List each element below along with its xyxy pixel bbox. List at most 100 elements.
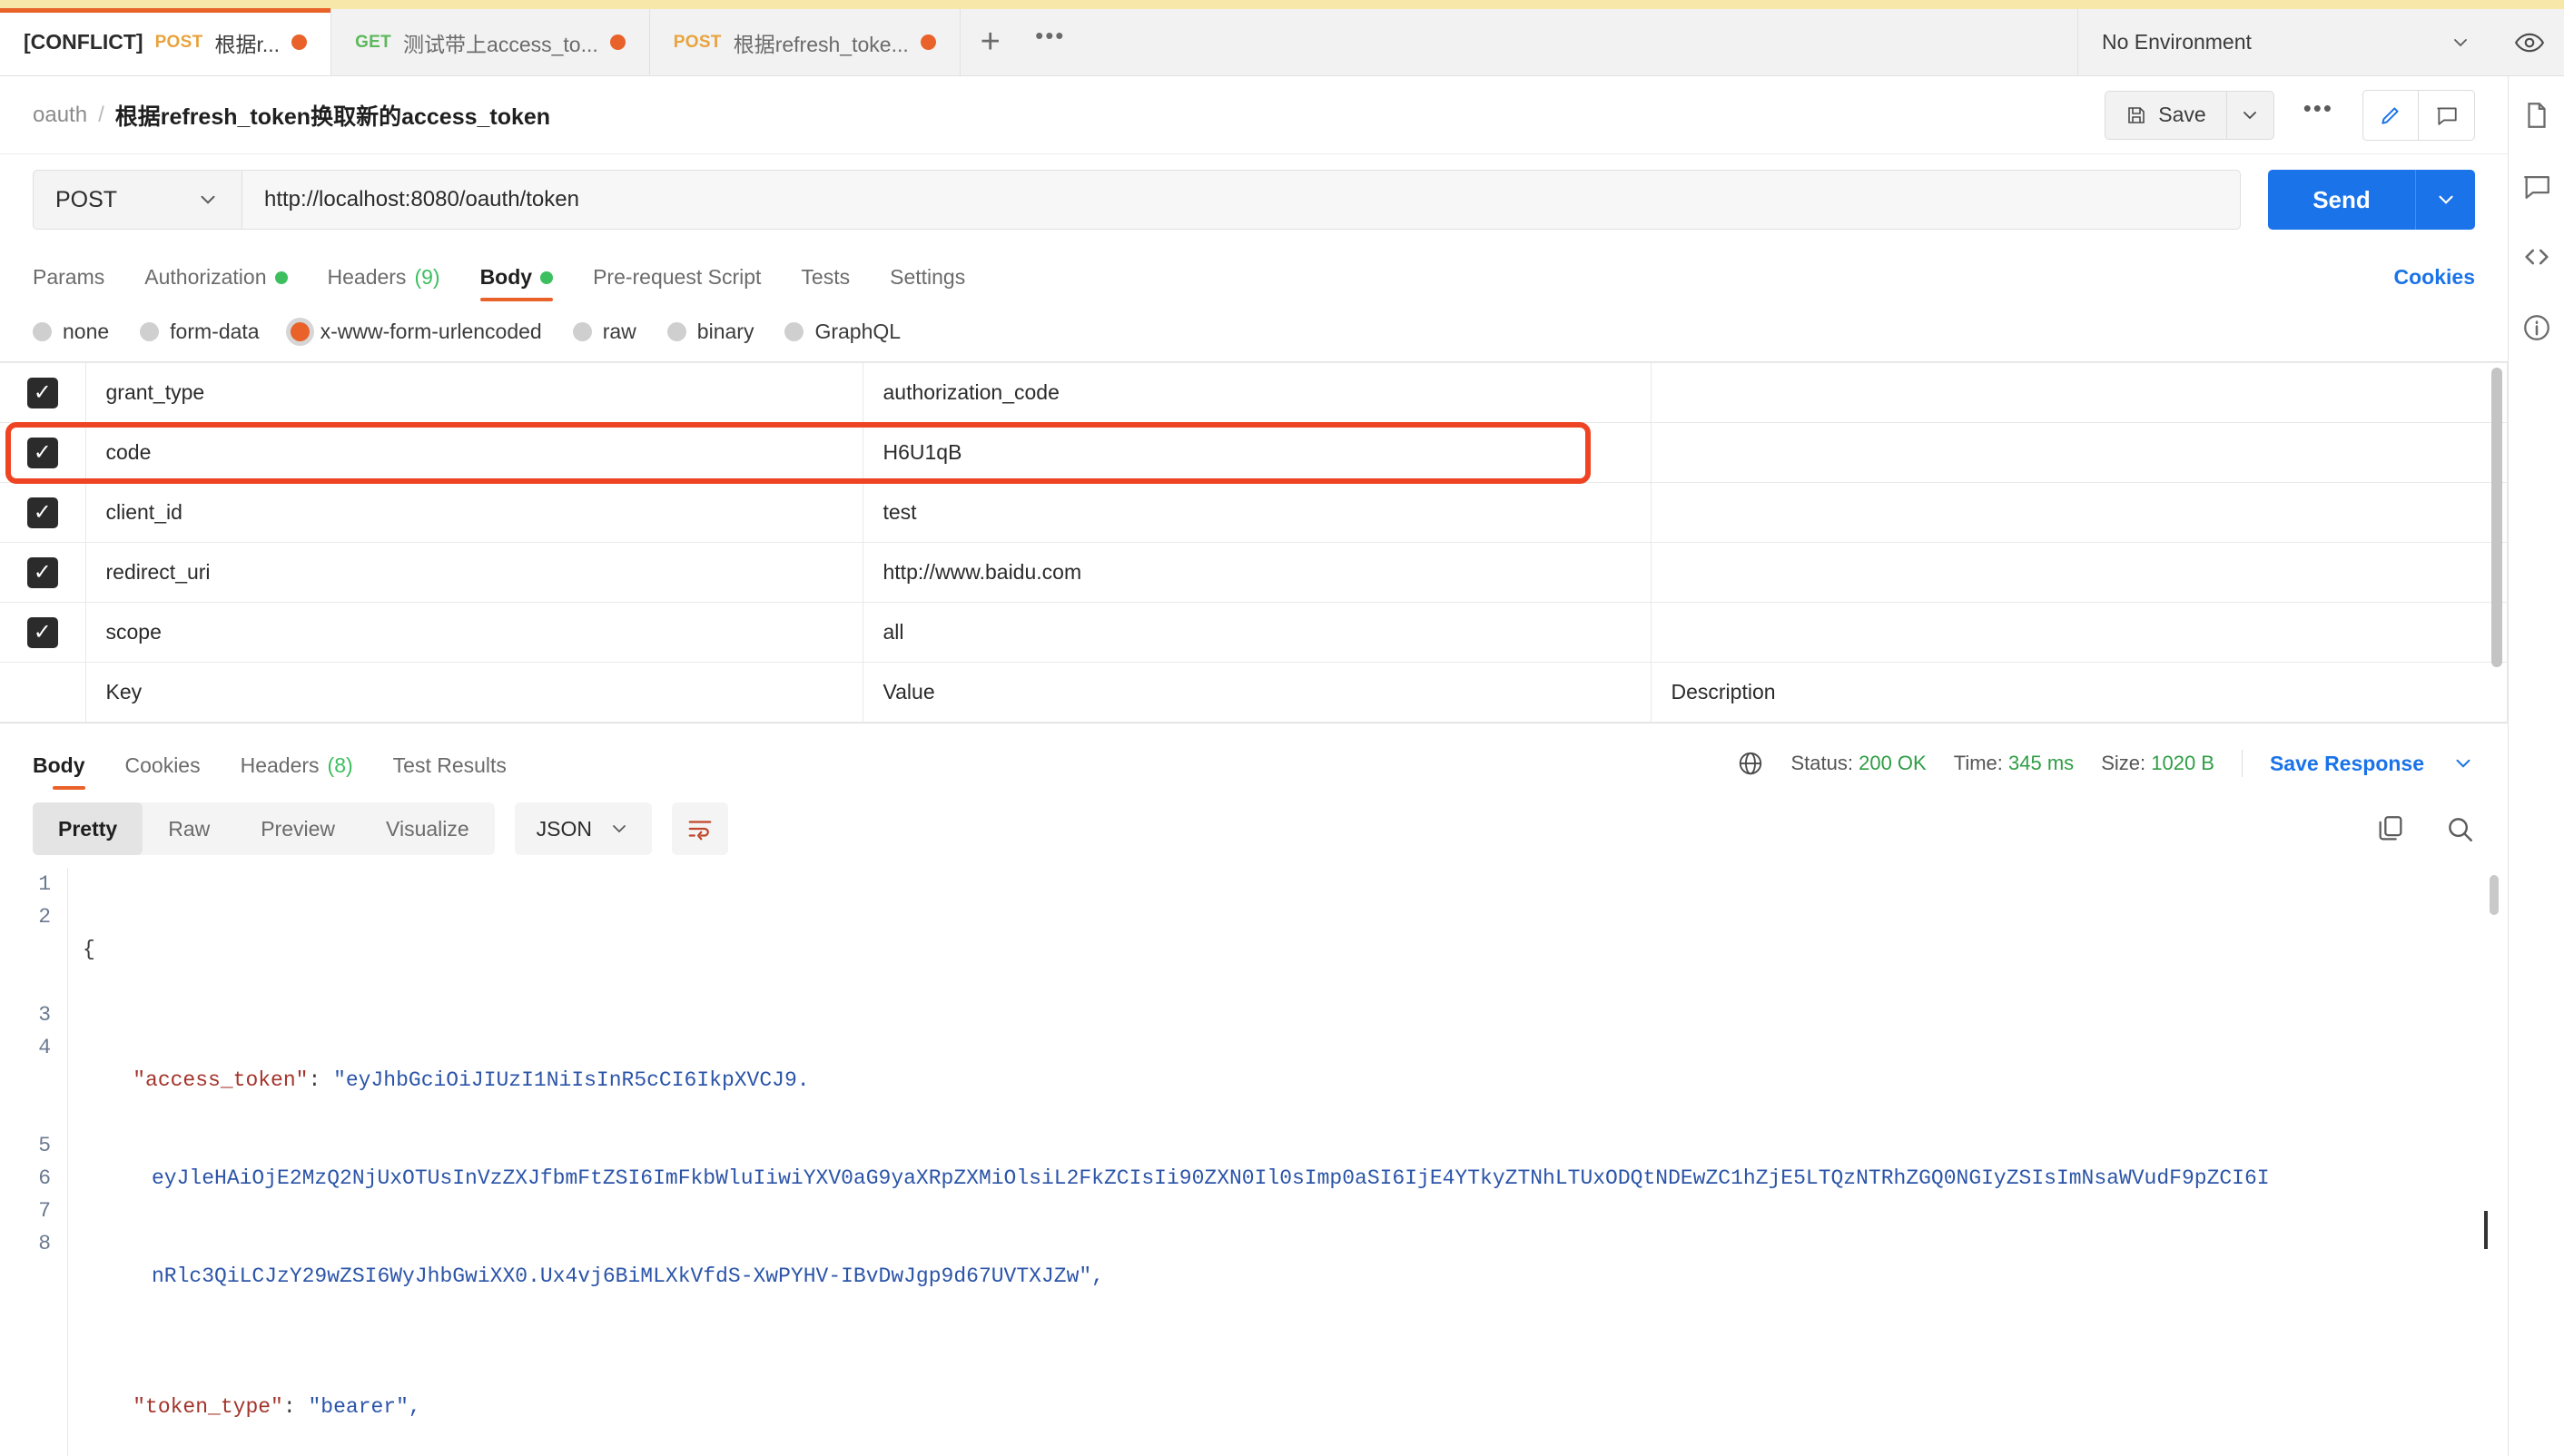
request-tab-1[interactable]: [CONFLICT] POST 根据r... [0, 8, 332, 75]
checkbox-checked-icon[interactable]: ✓ [26, 497, 58, 528]
tab-headers[interactable]: Headers (9) [308, 265, 460, 301]
response-tab-headers[interactable]: Headers (8) [221, 753, 373, 790]
chevron-down-icon[interactable] [2451, 752, 2475, 775]
request-tab-3[interactable]: POST 根据refresh_toke... [649, 9, 961, 75]
tab-pre-request-script[interactable]: Pre-request Script [573, 265, 781, 301]
code-content[interactable]: { "access_token": "eyJhbGciOiJIUzI1NiIsI… [67, 868, 2508, 1456]
environment-quick-look-button[interactable] [2495, 9, 2564, 75]
tab-body[interactable]: Body [460, 265, 574, 301]
request-more-options-button[interactable]: ••• [2291, 94, 2346, 135]
row-value[interactable]: test [863, 482, 1652, 543]
row-description[interactable] [1651, 542, 2508, 603]
row-key[interactable]: grant_type [85, 362, 863, 423]
tab-params[interactable]: Params [33, 265, 124, 301]
row-description[interactable] [1651, 482, 2508, 543]
row-key[interactable]: scope [85, 602, 863, 663]
row-checkbox-cell[interactable]: ✓ [0, 542, 86, 603]
comment-icon[interactable] [2521, 171, 2552, 202]
row-value[interactable]: http://www.baidu.com [863, 542, 1652, 603]
row-description[interactable] [1651, 602, 2508, 663]
response-format-select[interactable]: JSON [514, 802, 653, 855]
checkbox-checked-icon[interactable]: ✓ [26, 437, 58, 468]
response-tab-body[interactable]: Body [33, 753, 105, 790]
code-icon[interactable] [2521, 241, 2552, 272]
breadcrumb-separator: / [98, 102, 104, 127]
table-row[interactable]: ✓ scope all [0, 602, 2508, 663]
wrap-lines-button[interactable] [672, 802, 729, 855]
send-button[interactable]: Send [2268, 170, 2415, 230]
search-icon[interactable] [2444, 813, 2475, 844]
row-checkbox-cell[interactable]: ✓ [0, 422, 86, 483]
row-description[interactable] [1651, 362, 2508, 423]
save-button-group: Save [2105, 90, 2274, 140]
body-type-raw[interactable]: raw [572, 320, 636, 344]
checkbox-checked-icon[interactable]: ✓ [26, 377, 58, 408]
json-key-access-token: "access_token" [133, 1068, 309, 1092]
edit-mode-button[interactable] [2362, 89, 2419, 141]
response-tab-test-results[interactable]: Test Results [373, 753, 527, 790]
send-options-button[interactable] [2415, 170, 2475, 230]
info-icon[interactable] [2521, 312, 2552, 343]
row-value[interactable]: H6U1qB [863, 422, 1652, 483]
new-key-input[interactable]: Key [85, 662, 863, 723]
body-type-binary[interactable]: binary [666, 320, 754, 344]
row-key[interactable]: redirect_uri [85, 542, 863, 603]
row-value[interactable]: authorization_code [863, 362, 1652, 423]
tab-settings[interactable]: Settings [870, 265, 985, 301]
document-icon[interactable] [2521, 100, 2552, 131]
checkbox-checked-icon[interactable]: ✓ [26, 556, 58, 588]
row-checkbox-cell[interactable]: ✓ [0, 602, 86, 663]
table-placeholder-row[interactable]: Key Value Description [0, 662, 2508, 723]
new-tab-button[interactable]: + [960, 9, 1021, 75]
table-row[interactable]: ✓ code H6U1qB [0, 422, 2508, 483]
http-method-select[interactable]: POST [33, 170, 242, 230]
tab-options-button[interactable]: ••• [1020, 9, 1080, 75]
save-options-button[interactable] [2226, 90, 2274, 140]
response-view-segmented-control: Pretty Raw Preview Visualize [33, 802, 495, 855]
new-value-input[interactable]: Value [863, 662, 1652, 723]
cookies-link[interactable]: Cookies [2394, 265, 2475, 301]
save-button[interactable]: Save [2105, 90, 2227, 140]
response-body-viewer[interactable]: 1 2 3 4 5 6 7 8 { "access_token": "eyJhb… [0, 868, 2508, 1456]
view-raw-button[interactable]: Raw [143, 802, 235, 855]
copy-icon[interactable] [2375, 813, 2406, 844]
view-preview-button[interactable]: Preview [235, 802, 360, 855]
checkbox-checked-icon[interactable]: ✓ [26, 616, 58, 648]
body-type-label: none [63, 319, 110, 343]
body-type-form-data[interactable]: form-data [140, 319, 260, 344]
row-description[interactable] [1651, 422, 2508, 483]
tab-label: Test Results [392, 753, 507, 777]
save-response-button[interactable]: Save Response [2270, 752, 2424, 776]
tab-tests[interactable]: Tests [781, 265, 870, 301]
environment-selector[interactable]: No Environment [2077, 9, 2495, 75]
url-input[interactable]: http://localhost:8080/oauth/token [242, 170, 2241, 230]
table-row[interactable]: ✓ grant_type authorization_code [0, 362, 2508, 423]
breadcrumb-collection[interactable]: oauth [33, 103, 87, 128]
row-key[interactable]: client_id [85, 482, 863, 543]
body-params-table: ✓ grant_type authorization_code ✓ code H… [0, 362, 2508, 723]
body-type-graphql[interactable]: GraphQL [784, 320, 901, 344]
request-tab-2[interactable]: GET 测试带上access_to... [331, 9, 650, 75]
table-row[interactable]: ✓ redirect_uri http://www.baidu.com [0, 542, 2508, 603]
row-checkbox-cell[interactable] [0, 662, 86, 723]
body-type-label: x-www-form-urlencoded [320, 319, 542, 343]
view-pretty-button[interactable]: Pretty [33, 802, 143, 855]
table-row[interactable]: ✓ client_id test [0, 482, 2508, 543]
tab-authorization[interactable]: Authorization [124, 265, 307, 301]
comment-mode-button[interactable] [2419, 89, 2475, 141]
table-scrollbar[interactable] [2491, 368, 2502, 667]
body-type-none[interactable]: none [33, 320, 109, 344]
code-scrollbar[interactable] [2490, 875, 2499, 915]
body-type-x-www-form-urlencoded[interactable]: x-www-form-urlencoded [290, 319, 542, 344]
response-tab-cookies[interactable]: Cookies [105, 753, 221, 790]
new-description-input[interactable]: Description [1651, 662, 2508, 723]
view-visualize-button[interactable]: Visualize [360, 802, 495, 855]
row-value[interactable]: all [863, 602, 1652, 663]
row-checkbox-cell[interactable]: ✓ [0, 362, 86, 423]
row-checkbox-cell[interactable]: ✓ [0, 482, 86, 543]
code-resize-handle[interactable] [2484, 1211, 2488, 1249]
row-key[interactable]: code [85, 422, 863, 483]
json-value-access-token-part1: "eyJhbGciOiJIUzI1NiIsInR5cCI6IkpXVCJ9. [333, 1068, 810, 1092]
body-type-label: form-data [170, 319, 260, 343]
unsaved-dot-icon [920, 34, 936, 50]
